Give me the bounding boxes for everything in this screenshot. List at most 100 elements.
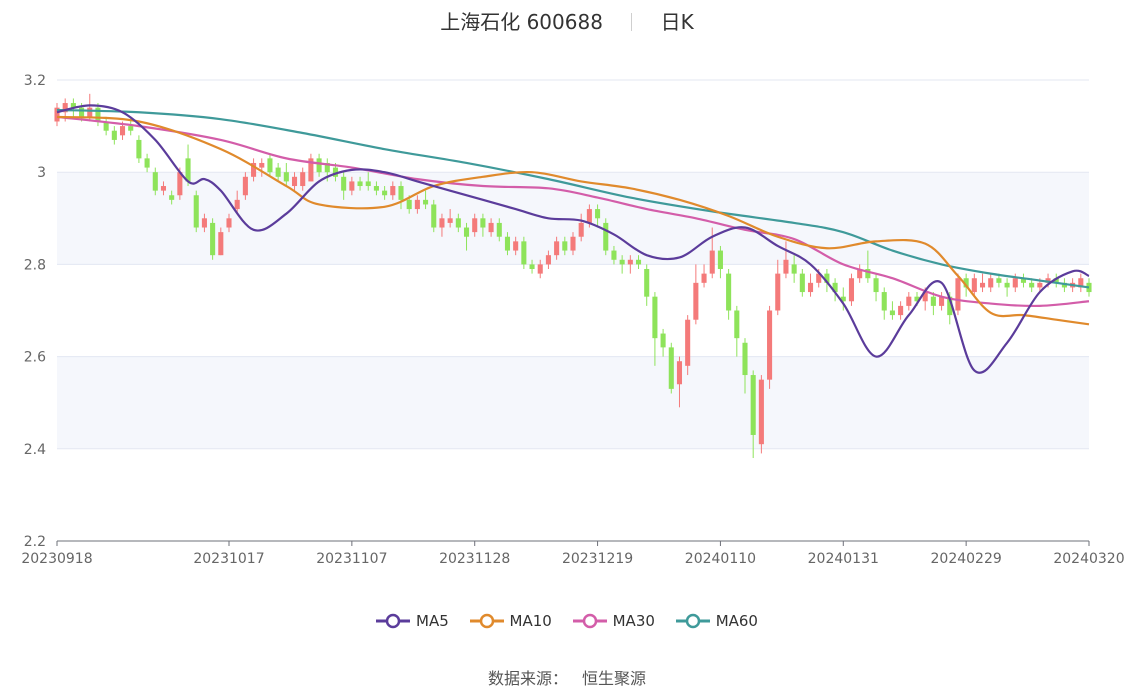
candle-body	[767, 310, 773, 380]
candle-body	[979, 282, 986, 288]
candle-body	[717, 250, 723, 270]
candle	[644, 264, 650, 306]
candle	[1004, 278, 1010, 297]
legend-marker-ma5	[376, 613, 410, 629]
candle-body	[586, 209, 592, 223]
candle	[873, 273, 879, 302]
candle-body	[144, 158, 150, 168]
candlestick-chart: 2.2 2.4 2.6 2.8 3 3.2 20230918 20231017 2023110…	[21, 73, 1124, 567]
candle-body	[1012, 278, 1018, 288]
legend-item-ma60[interactable]: MA60	[675, 612, 758, 630]
candle-body	[193, 195, 199, 228]
candle-body	[603, 222, 609, 251]
x-tick-label: 20230918	[21, 551, 92, 567]
legend-label-ma5: MA5	[416, 612, 449, 630]
candle-body	[545, 255, 551, 265]
candle-body	[734, 310, 740, 339]
candle-body	[1037, 282, 1043, 288]
candle-body	[136, 139, 142, 159]
candle-body	[275, 167, 281, 177]
candle-body	[873, 278, 879, 293]
candle-body	[848, 278, 855, 302]
legend-item-ma10[interactable]: MA10	[469, 612, 552, 630]
candle-body	[218, 232, 224, 256]
candle-body	[447, 218, 453, 223]
candle-body	[496, 222, 502, 237]
candle-body	[898, 305, 904, 316]
legend: MA5 MA10 MA30 MA60	[0, 612, 1134, 633]
x-tick-label: 20231017	[193, 551, 264, 567]
candle-body	[201, 218, 207, 228]
candle-body	[185, 158, 191, 182]
legend-item-ma5[interactable]: MA5	[376, 612, 449, 630]
candle-body	[242, 176, 248, 196]
candle	[144, 153, 150, 173]
candle-body	[406, 199, 412, 210]
candle-body	[210, 222, 216, 256]
candle-body	[676, 361, 683, 385]
candle-body	[398, 186, 404, 200]
candle-body	[685, 319, 691, 366]
candle-body	[259, 162, 265, 168]
y-tick-label: 2.8	[24, 257, 46, 273]
x-tick-label: 20240320	[1053, 551, 1124, 567]
candle-body	[160, 186, 167, 191]
candle	[767, 305, 773, 389]
candle	[1078, 273, 1084, 293]
candle-body	[709, 250, 715, 274]
candle-body	[382, 190, 388, 196]
candle-body	[300, 172, 306, 187]
candle-body	[267, 158, 273, 173]
candle	[799, 269, 805, 297]
candle	[955, 273, 961, 316]
candle-body	[373, 186, 379, 191]
candle-body	[726, 273, 732, 311]
y-tick-label: 3.2	[24, 73, 46, 89]
legend-label-ma10: MA10	[509, 612, 552, 630]
candle-body	[693, 282, 699, 320]
candle-body	[488, 222, 494, 233]
candle	[652, 292, 658, 366]
candle	[717, 245, 723, 279]
legend-item-ma30[interactable]: MA30	[572, 612, 655, 630]
candle-body	[742, 342, 748, 376]
candle	[103, 116, 109, 136]
candle-body	[644, 269, 650, 297]
candle	[668, 342, 674, 394]
candle	[521, 236, 527, 270]
candle-body	[578, 222, 584, 237]
candle-body	[750, 375, 756, 435]
candle	[775, 259, 781, 316]
candle-body	[652, 296, 658, 339]
candle	[603, 218, 609, 256]
candle-body	[1029, 282, 1035, 288]
candle-body	[529, 264, 535, 270]
data-source: 数据来源： 恒生聚源	[0, 665, 1134, 689]
candle-body	[357, 181, 363, 187]
candle-body	[988, 278, 994, 288]
x-tick-label: 20231128	[439, 551, 510, 567]
candle-body	[1004, 282, 1010, 288]
candle	[308, 153, 314, 182]
candle-body	[390, 186, 396, 196]
candle-body	[87, 107, 93, 117]
candle-body	[807, 282, 814, 293]
candle-body	[799, 273, 805, 293]
candle-body	[521, 241, 527, 265]
candle-body	[595, 209, 601, 219]
candle-body	[619, 259, 625, 265]
candle-body	[758, 379, 764, 445]
candle-body	[889, 310, 895, 316]
candle-body	[537, 264, 543, 274]
candle-body	[611, 250, 617, 260]
candle-body	[365, 181, 371, 187]
candle	[881, 287, 887, 320]
candle-body	[349, 181, 355, 191]
candle-body	[283, 172, 289, 182]
x-tick-label: 20231219	[562, 551, 633, 567]
candle-body	[513, 241, 519, 251]
source-label: 数据来源：	[487, 669, 568, 688]
candle-body	[881, 292, 887, 311]
candle	[758, 375, 764, 454]
source-value: 恒生聚源	[582, 669, 647, 688]
